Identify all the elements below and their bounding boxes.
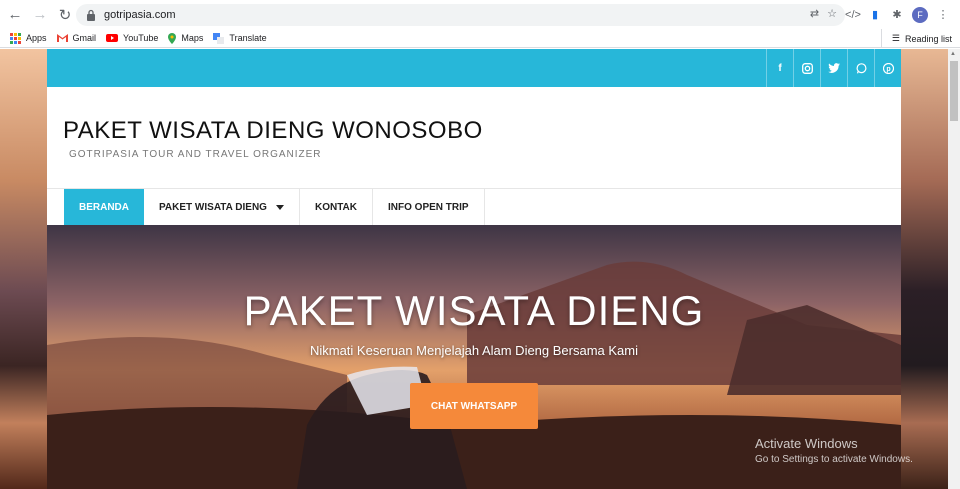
bookmark-label: YouTube <box>123 33 159 43</box>
whatsapp-icon[interactable] <box>847 49 874 87</box>
caret-down-icon <box>275 204 284 210</box>
extension-devtools-icon[interactable]: </> <box>845 8 861 22</box>
extension-reader-icon[interactable]: ▮ <box>868 8 882 22</box>
menu-item-paket-wisata-dieng[interactable]: PAKET WISATA DIENG <box>144 189 300 225</box>
browser-toolbar: ← → ↻ gotripasia.com ⇄ ☆ </> ▮ ✱ F ⋮ <box>0 0 960 29</box>
chat-whatsapp-button[interactable]: CHAT WHATSAPP <box>410 383 538 429</box>
background-photo-left <box>0 49 47 489</box>
bookmark-label: Apps <box>26 33 47 43</box>
translate-page-icon[interactable]: ⇄ <box>810 7 819 20</box>
menu-kebab-icon[interactable]: ⋮ <box>936 8 950 22</box>
lock-icon <box>87 9 95 21</box>
bookmark-label: Gmail <box>72 33 97 43</box>
scroll-up-icon[interactable]: ▲ <box>950 51 956 57</box>
bookmark-apps[interactable]: Apps <box>10 32 47 44</box>
top-bar: f p <box>47 49 901 87</box>
profile-avatar[interactable]: F <box>912 6 928 23</box>
bookmark-translate[interactable]: Translate <box>213 32 267 44</box>
reading-list-label: Reading list <box>904 33 952 44</box>
svg-text:p: p <box>886 66 890 73</box>
page-scrollbar[interactable]: ▲ <box>948 49 960 489</box>
bookmark-label: Translate <box>229 33 267 43</box>
reload-button[interactable]: ↻ <box>54 4 76 26</box>
main-menu: BERANDA PAKET WISATA DIENG KONTAK INFO O… <box>47 188 901 225</box>
menu-item-beranda[interactable]: BERANDA <box>64 189 144 225</box>
apps-grid-icon <box>10 32 21 44</box>
watermark-subtitle: Go to Settings to activate Windows. <box>755 454 913 465</box>
menu-item-label: KONTAK <box>314 201 357 213</box>
menu-item-info-open-trip[interactable]: INFO OPEN TRIP <box>373 189 485 225</box>
watermark-title: Activate Windows <box>755 436 858 451</box>
bookmark-youtube[interactable]: YouTube <box>106 33 158 43</box>
extensions-puzzle-icon[interactable]: ✱ <box>890 8 904 22</box>
translate-icon <box>213 32 225 44</box>
social-links: f p <box>766 49 901 87</box>
forward-button[interactable]: → <box>29 4 51 26</box>
background-photo-right <box>901 49 948 489</box>
pinterest-icon[interactable]: p <box>874 49 901 87</box>
menu-item-kontak[interactable]: KONTAK <box>300 189 373 225</box>
url-text: gotripasia.com <box>104 9 176 21</box>
youtube-icon <box>106 34 119 42</box>
back-button[interactable]: ← <box>4 4 26 26</box>
menu-item-label: BERANDA <box>79 201 129 213</box>
address-bar[interactable]: gotripasia.com ⇄ ☆ <box>76 4 845 26</box>
bookmark-star-icon[interactable]: ☆ <box>827 7 837 20</box>
maps-icon <box>168 32 177 44</box>
site-header: PAKET WISATA DIENG WONOSOBO GOTRIPASIA T… <box>47 87 901 188</box>
site-title[interactable]: PAKET WISATA DIENG WONOSOBO <box>63 117 483 145</box>
windows-activation-watermark: Activate Windows Go to Settings to activ… <box>755 436 913 465</box>
instagram-icon[interactable] <box>793 49 820 87</box>
bookmark-label: Maps <box>181 33 204 43</box>
scroll-thumb[interactable] <box>950 61 958 121</box>
reading-list-icon: ☰ <box>891 33 900 43</box>
page-viewport: f p PAKET WISATA DIENG WONOSOBO GOTRIPAS… <box>0 49 948 489</box>
bookmarks-bar: Apps Gmail YouTube Maps Translate ☰ Read… <box>0 29 960 48</box>
bookmark-maps[interactable]: Maps <box>168 32 204 44</box>
menu-item-label: INFO OPEN TRIP <box>388 201 469 213</box>
hero-title: PAKET WISATA DIENG <box>243 287 705 334</box>
bookmark-gmail[interactable]: Gmail <box>56 33 97 43</box>
gmail-icon <box>56 34 68 42</box>
facebook-icon[interactable]: f <box>766 49 793 87</box>
menu-item-label: PAKET WISATA DIENG <box>159 201 267 213</box>
hero-subtitle: Nikmati Keseruan Menjelajah Alam Dieng B… <box>309 343 639 358</box>
reading-list-button[interactable]: ☰ Reading list <box>880 29 952 48</box>
site-tagline: GOTRIPASIA TOUR AND TRAVEL ORGANIZER <box>69 149 322 160</box>
twitter-icon[interactable] <box>820 49 847 87</box>
site-container: f p PAKET WISATA DIENG WONOSOBO GOTRIPAS… <box>47 49 901 489</box>
